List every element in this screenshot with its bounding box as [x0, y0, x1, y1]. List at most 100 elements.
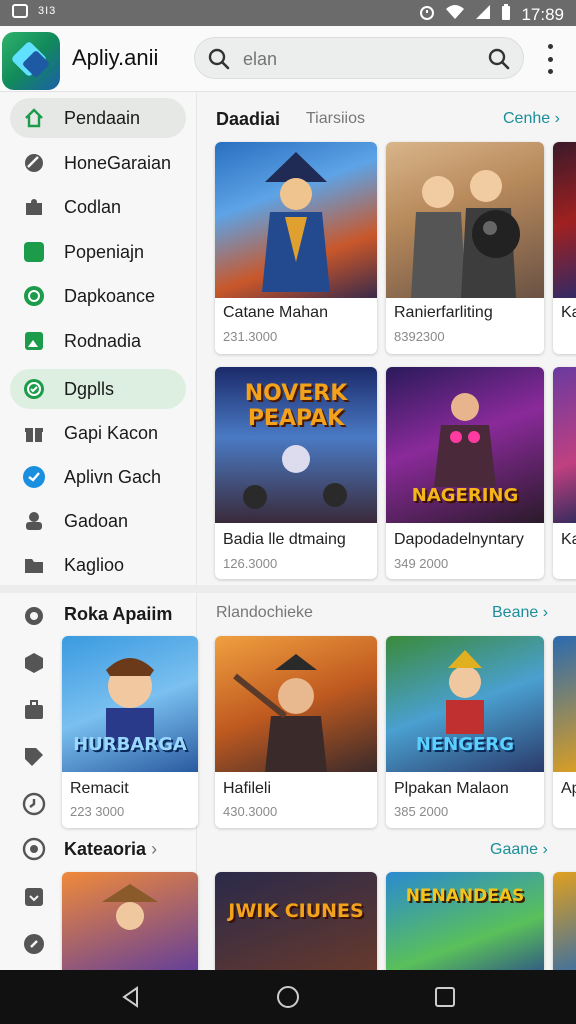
card-title: Hafileli: [223, 780, 272, 797]
tab-tiarsiios[interactable]: Tiarsiios: [306, 110, 365, 128]
tag-icon[interactable]: [22, 745, 46, 769]
app-card[interactable]: Ap: [553, 636, 576, 828]
app-card[interactable]: HURBARGA Remacit 223 3000: [62, 636, 198, 828]
tab-label: Rlandochieke: [216, 604, 313, 621]
section-title: Roka Apaiim: [64, 604, 173, 624]
sidebar-item-label: Popeniajn: [64, 241, 145, 262]
app-card[interactable]: Hafileli 430.3000: [215, 636, 377, 828]
see-more-link[interactable]: Beane ›: [492, 604, 548, 622]
home-button-icon[interactable]: [275, 984, 301, 1010]
see-more-link[interactable]: Cenhe ›: [503, 110, 560, 128]
search-bar[interactable]: [194, 37, 524, 79]
sidebar-item-pendaain[interactable]: Pendaain: [10, 98, 186, 138]
app-card[interactable]: [62, 872, 198, 982]
compass-icon[interactable]: [22, 932, 46, 956]
app-card[interactable]: NENGERG Plpakan Malaon 385 2000: [386, 636, 544, 828]
app-artwork: NENGERG: [386, 636, 544, 772]
notification-icon: [12, 4, 28, 18]
sidebar-item-gapi-kacon[interactable]: Gapi Kacon: [10, 413, 186, 453]
app-card[interactable]: Ka: [553, 142, 576, 354]
briefcase-icon[interactable]: [22, 698, 46, 722]
back-icon[interactable]: [118, 984, 144, 1010]
app-logo[interactable]: [2, 32, 60, 90]
search-icon[interactable]: [487, 47, 511, 76]
chevron-right-icon[interactable]: ›: [151, 839, 157, 859]
battery-icon: [501, 3, 511, 26]
app-title: Apliy.anii: [72, 45, 159, 70]
app-artwork: [553, 367, 576, 523]
clock-icon[interactable]: [22, 792, 46, 816]
camera-icon[interactable]: [22, 603, 46, 627]
app-card[interactable]: NENANDEAS: [386, 872, 544, 982]
app-card[interactable]: Ka: [553, 367, 576, 579]
sidebar-item-popeniajn[interactable]: Popeniajn: [10, 232, 186, 272]
tab-rlandochieke[interactable]: Rlandochieke: [216, 604, 313, 622]
app-card[interactable]: Ranierfarliting 8392300: [386, 142, 544, 354]
app-bar: Apliy.anii: [0, 26, 576, 92]
artwork-logo: JWIK CIUNES: [228, 900, 364, 922]
sidebar-item-dapkoance[interactable]: Dapkoance: [10, 276, 186, 316]
signal-icon: [475, 4, 491, 25]
search-input[interactable]: [243, 47, 463, 71]
sidebar-item-rodnadia[interactable]: Rodnadia: [10, 321, 186, 361]
card-title: Ranierfarliting: [394, 304, 493, 321]
app-artwork: [553, 636, 576, 772]
section-title-text: Kateaoria: [64, 839, 147, 859]
sidebar-item-aplivn-gach[interactable]: Aplivn Gach: [10, 457, 186, 497]
chevron-right-icon: ›: [542, 841, 548, 858]
see-more-link[interactable]: Gaane ›: [490, 841, 548, 859]
app-card[interactable]: [553, 872, 576, 982]
app-artwork: NAGERING: [386, 367, 544, 523]
green-tile-icon: [22, 240, 46, 264]
section-title: Kateaoria ›: [64, 839, 157, 860]
card-subtitle: 8392300: [394, 329, 445, 344]
app-card[interactable]: NOVERK PEAPAK Badia lle dtmaing 126.3000: [215, 367, 377, 579]
card-title: Ka: [561, 304, 576, 321]
sidebar-item-codlan[interactable]: Codlan: [10, 187, 186, 227]
cube-icon[interactable]: [22, 651, 46, 675]
sidebar-item-gadoan[interactable]: Gadoan: [10, 501, 186, 541]
artwork-logo: HURBARGA: [73, 734, 187, 755]
card-subtitle: 349 2000: [394, 556, 449, 571]
sidebar-item-label: Dgplls: [64, 378, 115, 399]
sidebar-item-honegaraian[interactable]: HoneGaraian: [10, 143, 186, 183]
card-subtitle: 430.3000: [223, 804, 278, 819]
more-options-icon[interactable]: [540, 44, 560, 74]
alarm-icon: [419, 3, 435, 26]
app-card[interactable]: NAGERING Dapodadelnyntary 349 2000: [386, 367, 544, 579]
app-card[interactable]: Catane Mahan 231.3000: [215, 142, 377, 354]
app-artwork: HURBARGA: [62, 636, 198, 772]
sidebar-item-label: Rodnadia: [64, 330, 142, 351]
sidebar-item-label: Kaglioo: [64, 554, 125, 575]
app-artwork: [62, 872, 198, 982]
link-label: Cenhe: [503, 110, 551, 127]
app-artwork: NENANDEAS: [386, 872, 544, 982]
globe-icon: [22, 151, 46, 175]
photo-icon: [22, 329, 46, 353]
recents-icon[interactable]: [432, 984, 458, 1010]
app-card[interactable]: JWIK CIUNES: [215, 872, 377, 982]
folder-icon: [22, 553, 46, 577]
section-title: Daadiai: [216, 109, 281, 129]
wifi-icon: [445, 4, 465, 25]
sidebar-item-label: HoneGaraian: [64, 152, 172, 173]
app-artwork: NOVERK PEAPAK: [215, 367, 377, 523]
bird-icon: [22, 465, 46, 489]
link-label: Gaane: [490, 841, 539, 858]
check-circle-icon: [22, 377, 46, 401]
leaf-icon: [22, 284, 46, 308]
card-subtitle: 126.3000: [223, 556, 278, 571]
card-subtitle: 385 2000: [394, 804, 449, 819]
sidebar-item-label: Gapi Kacon: [64, 422, 159, 443]
app-artwork: [215, 636, 377, 772]
sidebar-item-kaglioo[interactable]: Kaglioo: [10, 545, 186, 585]
card-title: Remacit: [70, 780, 129, 797]
sidebar-item-dgplls[interactable]: Dgplls: [10, 369, 186, 409]
card-title: Badia lle dtmaing: [223, 531, 346, 548]
clock: 17:89: [521, 4, 564, 24]
settings-circle-icon[interactable]: [22, 837, 46, 861]
download-icon[interactable]: [22, 885, 46, 909]
artwork-logo: NENANDEAS: [405, 886, 525, 906]
search-icon[interactable]: [207, 47, 231, 76]
artwork-logo: NENGERG: [415, 734, 515, 755]
